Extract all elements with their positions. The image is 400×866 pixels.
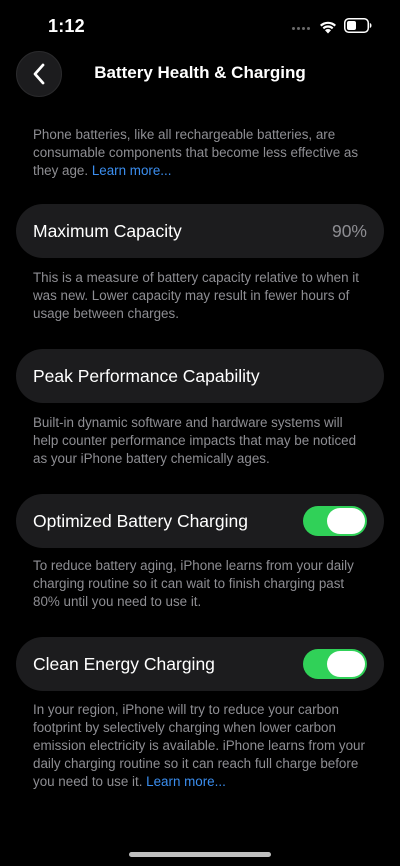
clean-energy-row: Clean Energy Charging (16, 637, 384, 691)
navigation-bar: Battery Health & Charging (0, 48, 400, 97)
optimized-charging-footer: To reduce battery aging, iPhone learns f… (33, 558, 354, 609)
peak-performance-row: Peak Performance Capability (16, 349, 384, 403)
maximum-capacity-row: Maximum Capacity 90% (16, 204, 384, 258)
signal-dots-icon (292, 27, 310, 30)
status-time: 1:12 (48, 16, 85, 36)
clean-energy-learn-more-link[interactable]: Learn more... (146, 774, 226, 789)
optimized-charging-row: Optimized Battery Charging (16, 494, 384, 548)
clean-energy-label: Clean Energy Charging (33, 653, 215, 674)
maximum-capacity-footer: This is a measure of battery capacity re… (33, 270, 359, 321)
settings-content: Phone batteries, like all rechargeable b… (0, 126, 400, 791)
intro-body: Phone batteries, like all rechargeable b… (33, 127, 359, 178)
toggle-knob (327, 508, 365, 534)
screen: 1:12 Battery Health & Charging Phone bat… (0, 0, 400, 866)
intro-text: Phone batteries, like all rechargeable b… (0, 126, 400, 180)
learn-more-link[interactable]: Learn more... (92, 163, 172, 178)
toggle-knob (327, 651, 365, 677)
page-title: Battery Health & Charging (94, 63, 306, 82)
maximum-capacity-label: Maximum Capacity (33, 220, 182, 241)
optimized-charging-label: Optimized Battery Charging (33, 510, 248, 531)
peak-performance-label: Peak Performance Capability (33, 365, 260, 386)
battery-icon (344, 18, 372, 33)
optimized-charging-toggle[interactable] (303, 506, 367, 536)
wifi-icon (320, 21, 336, 34)
maximum-capacity-value: 90% (331, 220, 367, 241)
status-bar: 1:12 (0, 0, 400, 48)
home-indicator[interactable] (129, 852, 271, 857)
clean-energy-toggle[interactable] (303, 649, 367, 679)
peak-performance-footer: Built-in dynamic software and hardware s… (33, 415, 357, 466)
clean-energy-footer: In your region, iPhone will try to reduc… (0, 701, 400, 791)
